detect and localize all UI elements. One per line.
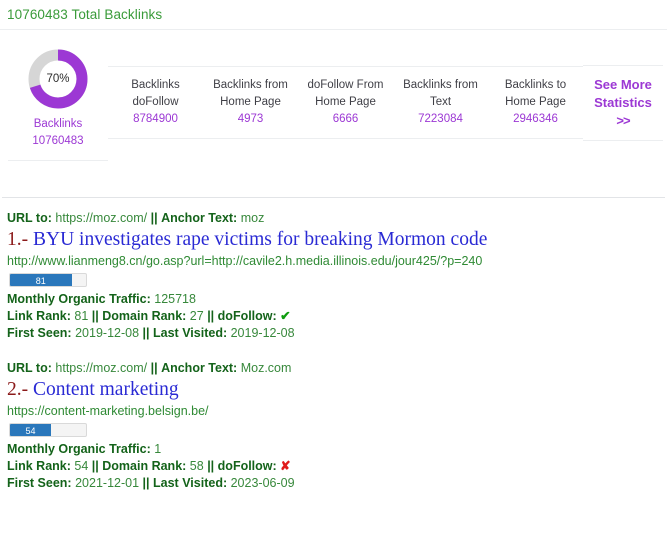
last-visited-label: Last Visited: [153,326,228,340]
stat-label: Backlinks from Home Page [213,79,288,108]
anchor-text-value: moz [240,211,265,225]
stat-value: 7223084 [418,113,463,125]
donut-title: Backlinks [33,118,83,130]
see-more-line1: See More [594,76,652,92]
link-rank-label: Link Rank: [7,309,71,323]
result-dates-line: First Seen: 2019-12-08 || Last Visited: … [7,325,667,342]
stat-label: Backlinks doFollow [131,79,180,108]
result-number: 1.- [7,229,29,250]
stat-value: 6666 [332,113,359,125]
domain-rank-value: 58 [189,459,204,473]
first-seen-value: 2021-12-01 [75,476,140,490]
chevron-right-double-icon: >> [616,112,630,128]
check-mark-icon: ✔ [280,309,291,323]
first-seen-value: 2019-12-08 [75,326,140,340]
result-title-link[interactable]: BYU investigates rape victims for breaki… [33,229,487,250]
traffic-value: 125718 [154,292,196,306]
url-to-value: https://moz.com/ [55,211,148,225]
link-rank-value: 81 [74,309,89,323]
donut-value: 10760483 [32,135,84,147]
last-visited-value: 2023-06-09 [230,476,295,490]
last-visited-value: 2019-12-08 [230,326,295,340]
result-traffic-line: Monthly Organic Traffic: 125718 [7,291,667,308]
result-meta-line: URL to: https://moz.com/ || Anchor Text:… [7,360,667,377]
result-title-link[interactable]: Content marketing [33,379,179,400]
url-to-label: URL to: [7,211,52,225]
page-title: 10760483 Total Backlinks [7,7,163,22]
stat-card-backlinks-from-home-page: Backlinks from Home Page 4973 [203,66,298,139]
result-number: 2.- [7,379,29,400]
meta-separator: || [207,459,215,473]
result-title-row: 2.- Content marketing [7,377,667,402]
url-to-value: https://moz.com/ [55,361,148,375]
meta-separator: || [91,309,99,323]
stat-card-backlinks-donut: 70% Backlinks 10760483 [8,44,108,161]
result-traffic-line: Monthly Organic Traffic: 1 [7,441,667,458]
dofollow-label: doFollow: [217,309,277,323]
cross-mark-icon: ✘ [280,459,291,473]
stat-card-backlinks-dofollow: Backlinks doFollow 8784900 [108,66,203,139]
link-rank-progress-fill: 54 [10,424,52,436]
stat-card-dofollow-from-home-page: doFollow From Home Page 6666 [298,66,393,139]
link-rank-value: 54 [74,459,89,473]
link-rank-progress-bar: 81 [9,273,87,287]
first-seen-label: First Seen: [7,476,72,490]
anchor-text-label: Anchor Text: [161,211,238,225]
domain-rank-label: Domain Rank: [102,459,187,473]
backlinks-donut-chart: 70% [27,48,89,110]
traffic-label: Monthly Organic Traffic: [7,442,151,456]
link-rank-progress-bar: 54 [9,423,87,437]
result-item: URL to: https://moz.com/ || Anchor Text:… [7,210,667,342]
results-list: URL to: https://moz.com/ || Anchor Text:… [0,198,667,492]
meta-separator: || [150,211,158,225]
see-more-line2: Statistics [594,94,652,110]
anchor-text-value: Moz.com [240,361,292,375]
link-rank-label: Link Rank: [7,459,71,473]
result-rank-line: Link Rank: 81 || Domain Rank: 27 || doFo… [7,308,667,325]
stat-value: 8784900 [133,113,178,125]
result-title-row: 1.- BYU investigates rape victims for br… [7,227,667,252]
stat-value: 2946346 [513,113,558,125]
dofollow-label: doFollow: [217,459,277,473]
meta-separator: || [150,361,158,375]
result-url[interactable]: https://content-marketing.belsign.be/ [7,402,667,420]
result-item: URL to: https://moz.com/ || Anchor Text:… [7,360,667,492]
result-url[interactable]: http://www.lianmeng8.cn/go.asp?url=http:… [7,252,667,270]
donut-percent-label: 70% [46,72,70,85]
domain-rank-label: Domain Rank: [102,309,187,323]
stat-card-backlinks-from-text: Backlinks from Text 7223084 [393,66,488,139]
url-to-label: URL to: [7,361,52,375]
result-dates-line: First Seen: 2021-12-01 || Last Visited: … [7,475,667,492]
meta-separator: || [207,309,215,323]
stat-label: Backlinks from Text [403,79,478,108]
last-visited-label: Last Visited: [153,476,228,490]
anchor-text-label: Anchor Text: [161,361,238,375]
result-rank-line: Link Rank: 54 || Domain Rank: 58 || doFo… [7,458,667,475]
domain-rank-value: 27 [189,309,204,323]
see-more-statistics-card[interactable]: See More Statistics >> [583,64,663,141]
meta-separator: || [91,459,99,473]
stat-label: doFollow From Home Page [307,79,384,108]
link-rank-progress-fill: 81 [10,274,72,286]
meta-separator: || [142,476,150,490]
first-seen-label: First Seen: [7,326,72,340]
traffic-value: 1 [154,442,162,456]
result-meta-line: URL to: https://moz.com/ || Anchor Text:… [7,210,667,227]
traffic-label: Monthly Organic Traffic: [7,292,151,306]
stat-value: 4973 [237,113,264,125]
stat-card-backlinks-to-home-page: Backlinks to Home Page 2946346 [488,66,583,139]
see-more-statistics-link[interactable]: See More Statistics >> [585,76,661,130]
meta-separator: || [142,326,150,340]
stats-strip: 70% Backlinks 10760483 Backlinks doFollo… [0,30,667,175]
page-root: 10760483 Total Backlinks 70% Backlinks 1… [0,0,667,492]
stat-label: Backlinks to Home Page [504,79,567,108]
